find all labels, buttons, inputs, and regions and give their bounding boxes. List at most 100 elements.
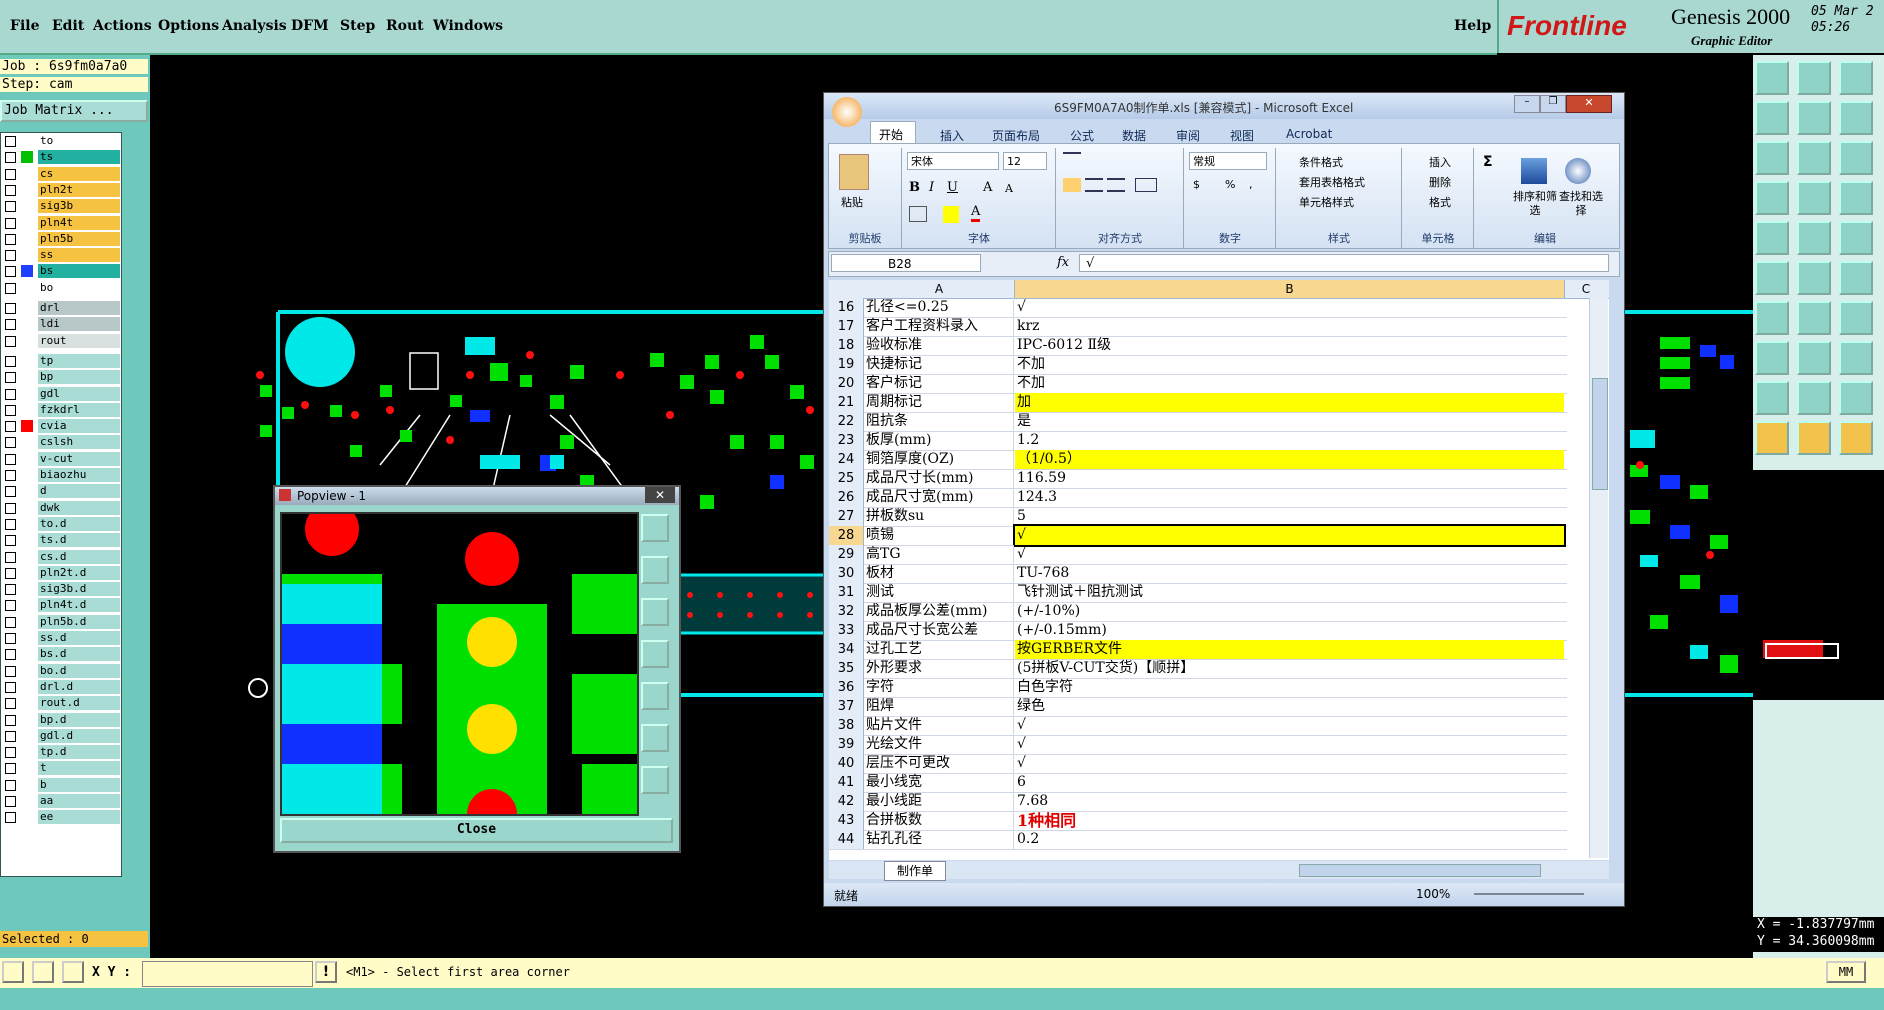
- layer-checkbox[interactable]: [5, 372, 16, 384]
- row-number[interactable]: 33: [829, 621, 864, 640]
- layer-checkbox[interactable]: [5, 502, 16, 514]
- layer-checkbox[interactable]: [5, 282, 16, 294]
- layer-color-swatch[interactable]: [21, 811, 33, 824]
- popview-fit-icon[interactable]: [641, 724, 669, 752]
- layer-name[interactable]: pln4t.d: [38, 598, 120, 613]
- layer-checkbox[interactable]: [5, 168, 16, 180]
- layer-checkbox[interactable]: [5, 421, 16, 433]
- layer-name[interactable]: ss: [38, 248, 120, 263]
- layer-checkbox[interactable]: [5, 649, 16, 661]
- delete-icon[interactable]: [1839, 221, 1873, 255]
- move-icon[interactable]: [1797, 341, 1831, 375]
- zoom-in-icon[interactable]: [1755, 101, 1789, 135]
- layer-row-bp-d[interactable]: bp.d: [3, 712, 120, 727]
- layer-checkbox[interactable]: [5, 681, 16, 693]
- layer-checkbox[interactable]: [5, 201, 16, 213]
- autosum-icon[interactable]: Σ: [1483, 154, 1493, 170]
- vertical-scroll-thumb[interactable]: [1592, 378, 1608, 490]
- snap-icon[interactable]: [1839, 141, 1873, 175]
- row-number[interactable]: 39: [829, 735, 864, 754]
- delete-cells-button[interactable]: 删除: [1429, 174, 1451, 190]
- row-number[interactable]: 29: [829, 545, 864, 564]
- layer-name[interactable]: b: [38, 777, 120, 792]
- layer-checkbox[interactable]: [5, 567, 16, 579]
- cell-a[interactable]: 快捷标记: [864, 355, 1014, 374]
- menu-windows[interactable]: Windows: [433, 18, 503, 34]
- cell-a[interactable]: 最小线宽: [864, 773, 1014, 792]
- cell-b[interactable]: √: [1015, 298, 1564, 317]
- menu-analysis[interactable]: Analysis: [222, 18, 287, 34]
- layer-name[interactable]: gdl: [38, 386, 120, 401]
- format-cells-button[interactable]: 格式: [1429, 194, 1451, 210]
- layer-name[interactable]: pln2t: [38, 182, 120, 197]
- layer-name[interactable]: drl.d: [38, 679, 120, 694]
- layer-color-swatch[interactable]: [21, 183, 33, 196]
- menu-step[interactable]: Step: [340, 18, 375, 34]
- layer-name[interactable]: dwk: [38, 500, 120, 515]
- cell-b[interactable]: 飞针测试＋阻抗测试: [1015, 583, 1564, 602]
- zoom-fit-icon[interactable]: [1755, 141, 1789, 175]
- sheet-grid[interactable]: A B C 16 孔径<=0.25 √ 17 客户工程资料录入 krz 18 验收标准 IPC-…: [829, 280, 1609, 860]
- layer-color-swatch[interactable]: [21, 680, 33, 693]
- layer-row-sig3b[interactable]: sig3b: [3, 199, 120, 214]
- layer-checkbox[interactable]: [5, 303, 16, 314]
- layer-color-swatch[interactable]: [21, 795, 33, 807]
- layer-checkbox[interactable]: [5, 233, 16, 245]
- cell-a[interactable]: 客户工程资料录入: [864, 317, 1014, 336]
- layer-color-swatch[interactable]: [21, 452, 33, 465]
- row-number[interactable]: 26: [829, 488, 864, 507]
- popview-zoom-icon[interactable]: [641, 514, 669, 542]
- cell-b[interactable]: 1.2: [1015, 431, 1564, 450]
- layer-row-bs[interactable]: bs: [3, 264, 120, 279]
- cell-a[interactable]: 成品板厚公差(mm): [864, 602, 1014, 621]
- row-number[interactable]: 44: [829, 830, 864, 849]
- cell-b[interactable]: TU-768: [1015, 564, 1564, 583]
- layer-color-swatch[interactable]: [21, 550, 33, 563]
- comma-icon[interactable]: ,: [1249, 178, 1253, 191]
- row-number[interactable]: 21: [829, 393, 864, 412]
- restore-icon[interactable]: ❐: [1540, 95, 1566, 113]
- layer-checkbox[interactable]: [5, 714, 16, 726]
- cell-a[interactable]: 阻焊: [864, 697, 1014, 716]
- number-format-select[interactable]: 常规: [1189, 152, 1267, 170]
- cursor-area-icon[interactable]: [1839, 421, 1873, 455]
- layer-row-pln5b-d[interactable]: pln5b.d: [3, 614, 120, 629]
- job-matrix-button[interactable]: Job Matrix ...: [0, 100, 148, 122]
- cell-a[interactable]: 拼板数su: [864, 507, 1014, 526]
- layer-row-ee[interactable]: ee: [3, 810, 120, 825]
- layer-name[interactable]: v-cut: [38, 451, 120, 466]
- arrow-top-icon[interactable]: [1839, 381, 1873, 415]
- layer-checkbox[interactable]: [5, 404, 16, 416]
- layer-checkbox[interactable]: [5, 730, 16, 742]
- layer-checkbox[interactable]: [5, 518, 16, 530]
- close-icon[interactable]: ✕: [1566, 95, 1612, 113]
- menu-edit[interactable]: Edit: [52, 18, 84, 34]
- cell-a[interactable]: 钻孔孔径: [864, 830, 1014, 849]
- font-name-select[interactable]: 宋体: [907, 152, 999, 170]
- layer-color-swatch[interactable]: [21, 151, 33, 164]
- layer-color-swatch[interactable]: [21, 697, 33, 710]
- cell-b[interactable]: (5拼板V-CUT交货)【顺拼】: [1015, 659, 1564, 678]
- tab-insert[interactable]: 插入: [940, 127, 964, 144]
- column-b-header[interactable]: B: [1015, 280, 1565, 298]
- units-button[interactable]: MM: [1826, 961, 1866, 983]
- zoom-slider[interactable]: [1474, 893, 1584, 895]
- cell-a[interactable]: 过孔工艺: [864, 640, 1014, 659]
- insert-cells-button[interactable]: 插入: [1429, 154, 1451, 170]
- menu-help[interactable]: Help: [1454, 18, 1491, 34]
- layer-name[interactable]: to.d: [38, 516, 120, 531]
- properties-icon[interactable]: [1755, 181, 1789, 215]
- layer-color-swatch[interactable]: [21, 501, 33, 514]
- layer-name[interactable]: ts.d: [38, 533, 120, 548]
- row-number[interactable]: 25: [829, 469, 864, 488]
- layer-checkbox[interactable]: [5, 796, 16, 807]
- layer-name[interactable]: aa: [38, 794, 120, 808]
- menu-dfm[interactable]: DFM: [291, 18, 329, 34]
- copy-icon[interactable]: [1839, 261, 1873, 295]
- cell-b[interactable]: IPC-6012 Ⅱ级: [1015, 336, 1564, 355]
- minimize-icon[interactable]: –: [1514, 95, 1540, 113]
- popview-canvas[interactable]: [280, 512, 639, 816]
- layer-color-swatch[interactable]: [21, 436, 33, 449]
- layer-color-swatch[interactable]: [21, 354, 33, 367]
- layer-checkbox[interactable]: [5, 600, 16, 612]
